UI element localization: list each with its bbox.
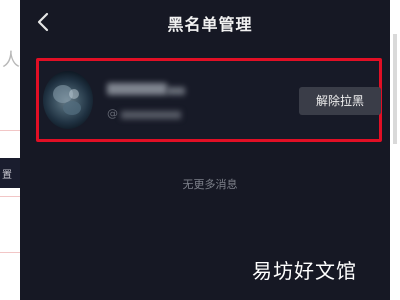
background-page: 人 置 [0, 0, 22, 300]
avatar[interactable] [43, 71, 93, 129]
page-title: 黑名单管理 [167, 15, 253, 34]
background-partial-text: 人 [2, 50, 20, 71]
scrollbar[interactable] [393, 34, 397, 144]
divider [0, 252, 22, 253]
username-blurred-tail [167, 87, 185, 95]
right-edge-panel [390, 0, 400, 300]
user-handle-blurred [121, 111, 181, 119]
blocked-user-row: @ 解除拉黑 [36, 58, 382, 142]
watermark-text: 易坊好文馆 [252, 259, 357, 283]
user-handle-prefix: @ [107, 107, 118, 120]
divider [0, 196, 22, 197]
unblock-button[interactable]: 解除拉黑 [299, 87, 381, 115]
no-more-messages: 无更多消息 [182, 178, 238, 191]
background-tile: 置 [0, 158, 22, 188]
header: 黑名单管理 [20, 0, 400, 44]
username-blurred [107, 83, 167, 95]
divider [0, 130, 22, 131]
